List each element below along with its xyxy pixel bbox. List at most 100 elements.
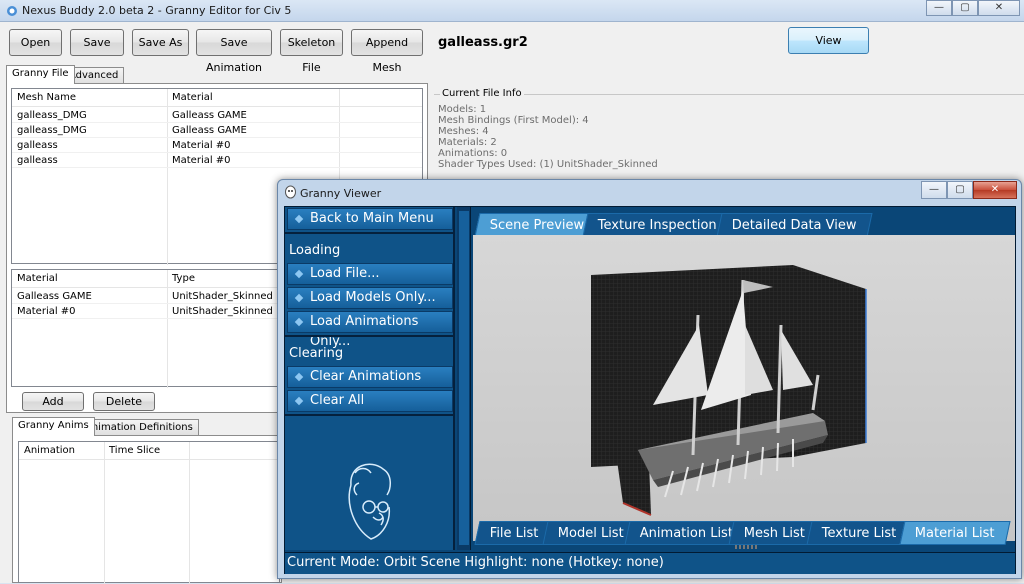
mesh-name-cell: galleass_DMG [17, 110, 87, 121]
scroll-thumb[interactable] [459, 211, 469, 545]
viewer-title: Granny Viewer [300, 187, 382, 200]
clear-animations-button[interactable]: Clear Animations [287, 366, 453, 388]
material-header[interactable]: Material [172, 92, 213, 103]
sidebar-scrollbar[interactable] [457, 207, 471, 550]
clear-animations-label: Clear Animations [310, 369, 422, 384]
material-cell: Galleass GAME [17, 291, 92, 302]
material-col-header[interactable]: Material [17, 273, 58, 284]
tab-scene-preview[interactable]: Scene Preview [474, 213, 600, 237]
material-cell: Galleass GAME [172, 110, 247, 121]
minimize-button[interactable]: — [926, 0, 952, 16]
viewer-body: Back to Main Menu Loading Load File... L… [284, 206, 1016, 574]
animation-list[interactable]: Animation Time Slice [18, 441, 280, 584]
load-animations-button[interactable]: Load Animations Only... [287, 311, 453, 349]
divider [285, 414, 455, 416]
delete-button[interactable]: Delete [93, 392, 155, 411]
load-animations-label: Load Animations Only... [310, 314, 419, 349]
bullet-icon [294, 317, 304, 327]
table-row[interactable]: galleass_DMG Galleass GAME [12, 109, 422, 123]
tab-granny-file[interactable]: Granny File [6, 65, 75, 84]
table-row[interactable]: galleass Material #0 [12, 154, 422, 168]
back-to-main-menu-button[interactable]: Back to Main Menu [287, 208, 453, 230]
open-button[interactable]: Open [9, 29, 62, 56]
viewer-status-bar: Current Mode: Orbit Scene Highlight: non… [285, 552, 1015, 574]
info-line: Shader Types Used: (1) UnitShader_Skinne… [438, 159, 658, 170]
window-controls: — ▢ ✕ [926, 0, 1020, 16]
tab-label: Animation List [639, 526, 733, 541]
window-title: Nexus Buddy 2.0 beta 2 - Granny Editor f… [22, 4, 292, 17]
viewer-minimize-button[interactable]: — [921, 181, 947, 199]
viewer-maximize-button[interactable]: ▢ [947, 181, 973, 199]
current-file-info-group: Current File Info Models: 1 Mesh Binding… [434, 88, 1024, 180]
load-file-label: Load File... [310, 266, 380, 281]
clearing-header: Clearing [289, 346, 344, 361]
animation-list-header: Animation Time Slice [19, 442, 279, 460]
animation-col-header[interactable]: Animation [24, 445, 75, 456]
append-mesh-button[interactable]: Append Mesh [351, 29, 423, 74]
tab-texture-inspection[interactable]: Texture Inspection [582, 213, 733, 237]
tab-detailed-data-view[interactable]: Detailed Data View [716, 213, 873, 237]
tab-granny-anims[interactable]: Granny Anims [12, 417, 95, 436]
type-cell: UnitShader_Skinned [172, 306, 273, 317]
bullet-icon [294, 214, 304, 224]
view-button[interactable]: View [788, 27, 869, 54]
save-button[interactable]: Save [70, 29, 124, 56]
tab-label: Texture List [821, 526, 897, 541]
table-row[interactable]: galleass_DMG Galleass GAME [12, 124, 422, 138]
mesh-list-header: Mesh Name Material [12, 89, 422, 107]
load-models-button[interactable]: Load Models Only... [287, 287, 453, 309]
column-divider [167, 270, 168, 388]
mesh-name-header[interactable]: Mesh Name [17, 92, 76, 103]
material-cell: Material #0 [172, 155, 231, 166]
column-divider [189, 442, 190, 584]
bullet-icon [294, 293, 304, 303]
skeleton-file-button[interactable]: Skeleton File [280, 29, 343, 74]
viewer-sidebar: Back to Main Menu Loading Load File... L… [285, 207, 455, 550]
viewer-window-controls: — ▢ ✕ [921, 181, 1017, 199]
tab-texture-list[interactable]: Texture List [806, 521, 913, 545]
material-cell: Galleass GAME [172, 125, 247, 136]
tab-material-list[interactable]: Material List [899, 521, 1011, 545]
group-title: Current File Info [440, 88, 524, 99]
mesh-name-cell: galleass_DMG [17, 125, 87, 136]
granny-app-icon [285, 185, 296, 199]
info-line: Meshes: 4 [438, 126, 489, 137]
add-button[interactable]: Add [22, 392, 84, 411]
clear-all-label: Clear All [310, 393, 365, 408]
info-line: Mesh Bindings (First Model): 4 [438, 115, 589, 126]
tab-label: Model List [557, 526, 624, 541]
scene-render [591, 265, 867, 516]
resize-grip[interactable] [735, 545, 759, 549]
table-row[interactable]: galleass Material #0 [12, 139, 422, 153]
granny-mascot-icon [348, 463, 391, 540]
tab-animation-definitions[interactable]: Animation Definitions [79, 419, 199, 436]
mesh-name-cell: galleass [17, 155, 58, 166]
viewer-close-button[interactable]: ✕ [973, 181, 1017, 199]
tab-label: Material List [914, 526, 995, 541]
divider [285, 335, 455, 337]
viewer-bottom-tabs: File List Model List Animation List Mesh… [473, 521, 1015, 547]
info-line: Animations: 0 [438, 148, 508, 159]
save-as-button[interactable]: Save As [132, 29, 189, 56]
save-animation-button[interactable]: Save Animation [196, 29, 272, 74]
scene-preview-viewport[interactable] [473, 235, 1015, 541]
app-icon [7, 6, 17, 16]
time-slice-col-header[interactable]: Time Slice [109, 445, 160, 456]
material-cell: Material #0 [172, 140, 231, 151]
info-line: Materials: 2 [438, 137, 497, 148]
viewer-top-tabs: Scene Preview Texture Inspection Detaile… [473, 209, 1015, 237]
material-cell: Material #0 [17, 306, 76, 317]
mesh-name-cell: galleass [17, 140, 58, 151]
current-filename: galleass.gr2 [438, 35, 528, 50]
bullet-icon [294, 269, 304, 279]
clear-all-button[interactable]: Clear All [287, 390, 453, 412]
info-line: Models: 1 [438, 104, 487, 115]
maximize-button[interactable]: ▢ [952, 0, 978, 16]
bullet-icon [294, 372, 304, 382]
column-divider [104, 442, 105, 584]
type-col-header[interactable]: Type [172, 273, 195, 284]
tab-label: File List [489, 526, 539, 541]
back-label: Back to Main Menu [310, 211, 434, 226]
close-button[interactable]: ✕ [978, 0, 1020, 16]
load-file-button[interactable]: Load File... [287, 263, 453, 285]
